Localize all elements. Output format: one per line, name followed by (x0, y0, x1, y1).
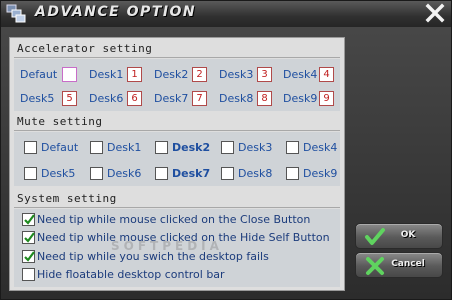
accelerator-key-desk8[interactable]: 8 (257, 91, 272, 106)
checkbox[interactable] (22, 250, 35, 263)
checkbox[interactable] (155, 167, 168, 180)
mute-label-desk7: Desk7 (172, 167, 211, 180)
mute-label-desk2: Desk2 (172, 141, 211, 154)
accelerator-key-desk9[interactable]: 9 (319, 91, 334, 106)
checkbox[interactable] (286, 141, 299, 154)
mute-label-desk4: Desk4 (303, 141, 338, 154)
checkmark-icon (24, 214, 35, 225)
checkbox[interactable] (221, 141, 234, 154)
divider (14, 130, 340, 131)
accelerator-label-desk7: Desk7 (154, 92, 189, 105)
system-option-label: Need tip while mouse clicked on the Clos… (37, 213, 311, 226)
accelerator-label-desk5: Desk5 (20, 92, 55, 105)
checkmark-icon (24, 251, 35, 262)
ok-button-label: OK (400, 230, 416, 240)
mute-label-desk8: Desk8 (238, 167, 273, 180)
accelerator-key-desk3[interactable]: 3 (257, 67, 272, 82)
accelerator-key-desk5[interactable]: 5 (62, 91, 77, 106)
accelerator-section-title: Accelerator setting (17, 42, 153, 55)
accelerator-key-desk7[interactable]: 7 (192, 91, 207, 106)
accelerator-key-desk2[interactable]: 2 (192, 67, 207, 82)
checkbox[interactable] (155, 141, 168, 154)
mute-label-desk1: Desk1 (107, 141, 142, 154)
checkbox[interactable] (286, 167, 299, 180)
accelerator-label-desk2: Desk2 (154, 68, 189, 81)
checkbox[interactable] (221, 167, 234, 180)
cancel-button-label: Cancel (391, 259, 425, 269)
mute-label-defaut: Defaut (41, 141, 79, 154)
accelerator-key-desk1[interactable]: 1 (127, 67, 142, 82)
ok-button[interactable]: OK (355, 223, 443, 249)
accelerator-key-desk4[interactable]: 4 (319, 67, 334, 82)
checkbox[interactable] (22, 231, 35, 244)
accelerator-label-desk6: Desk6 (89, 92, 124, 105)
mute-label-desk3: Desk3 (238, 141, 273, 154)
checkbox[interactable] (24, 167, 37, 180)
checkmark-icon (24, 232, 35, 243)
checkbox[interactable] (90, 141, 103, 154)
accelerator-label-desk3: Desk3 (219, 68, 254, 81)
checkbox[interactable] (22, 213, 35, 226)
accelerator-key-desk6[interactable]: 6 (127, 91, 142, 106)
desktop-windows-icon (6, 4, 26, 24)
watermark: SOFTPEDIA (111, 239, 223, 253)
accelerator-key-defaut[interactable] (62, 67, 77, 82)
mute-label-desk5: Desk5 (41, 167, 76, 180)
accelerator-label-desk4: Desk4 (283, 68, 318, 81)
accelerator-label-defaut: Defaut (20, 68, 58, 81)
system-section-title: System setting (17, 192, 117, 205)
mute-group: Defaut Desk1 Desk2 Desk3 Desk4 Desk5 Desk6 Desk… (14, 132, 340, 186)
window-title: ADVANCE OPTION (35, 4, 197, 20)
divider (14, 57, 340, 58)
accelerator-label-desk9: Desk9 (283, 92, 318, 105)
advance-option-window: ADVANCE OPTION Accelerator setting Defau… (0, 0, 452, 300)
divider (14, 207, 340, 208)
checkbox[interactable] (22, 268, 35, 281)
mute-section-title: Mute setting (17, 115, 103, 128)
checkbox[interactable] (90, 167, 103, 180)
system-option-label: Hide floatable desktop control bar (37, 268, 225, 281)
accelerator-label-desk8: Desk8 (219, 92, 254, 105)
mute-label-desk9: Desk9 (303, 167, 338, 180)
accelerator-group: Defaut Desk1 1 Desk2 2 Desk3 3 Desk4 4 Desk5 5 Desk… (14, 59, 340, 111)
cancel-button[interactable]: Cancel (355, 252, 443, 278)
close-icon[interactable] (425, 3, 445, 23)
checkbox[interactable] (24, 141, 37, 154)
mute-label-desk6: Desk6 (107, 167, 142, 180)
accelerator-label-desk1: Desk1 (89, 68, 124, 81)
title-bar[interactable]: ADVANCE OPTION (1, 1, 451, 27)
